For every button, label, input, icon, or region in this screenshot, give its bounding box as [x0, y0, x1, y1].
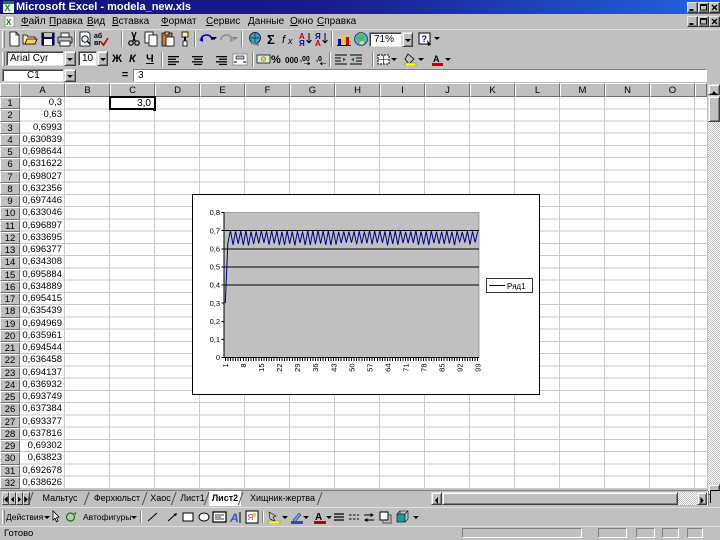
svg-text:X: X: [6, 18, 12, 27]
svg-text:0,6: 0,6: [210, 244, 220, 253]
svg-text:,0: ,0: [316, 56, 322, 63]
svg-text:0,2: 0,2: [210, 317, 220, 326]
svg-text:0: 0: [216, 353, 220, 362]
svg-text:f: f: [282, 34, 286, 46]
svg-text:0,4: 0,4: [210, 281, 220, 290]
svg-text:x: x: [287, 36, 293, 46]
svg-text:X: X: [5, 3, 11, 13]
svg-text:Σ: Σ: [267, 32, 275, 47]
svg-text:вг: вг: [94, 40, 101, 47]
svg-text:78: 78: [419, 364, 428, 372]
svg-text:0,1: 0,1: [210, 335, 220, 344]
svg-text:А: А: [229, 511, 239, 524]
svg-text:0,5: 0,5: [210, 263, 220, 272]
svg-text:71: 71: [401, 364, 410, 372]
svg-text:36: 36: [311, 364, 320, 372]
svg-text:?: ?: [422, 34, 428, 44]
svg-text:57: 57: [365, 364, 374, 372]
svg-text:А: А: [315, 39, 321, 47]
svg-text:64: 64: [383, 364, 392, 372]
svg-text:аб: аб: [94, 32, 103, 40]
svg-text:1: 1: [221, 364, 230, 368]
svg-text:22: 22: [275, 364, 284, 372]
svg-text:0,8: 0,8: [210, 208, 220, 217]
svg-text:Ряд1: Ряд1: [507, 282, 526, 291]
svg-text:85: 85: [437, 364, 446, 372]
svg-text:,00: ,00: [300, 56, 310, 63]
svg-text:92: 92: [455, 364, 464, 372]
svg-text:0,3: 0,3: [210, 299, 220, 308]
svg-text:99: 99: [474, 364, 483, 372]
svg-text:50: 50: [347, 364, 356, 372]
svg-text:29: 29: [293, 364, 302, 372]
svg-text:0,7: 0,7: [210, 226, 220, 235]
svg-text:Я: Я: [299, 39, 305, 47]
svg-text:15: 15: [257, 364, 266, 372]
svg-text:А: А: [433, 54, 440, 64]
svg-text:8: 8: [239, 364, 248, 368]
svg-text:43: 43: [329, 364, 338, 372]
